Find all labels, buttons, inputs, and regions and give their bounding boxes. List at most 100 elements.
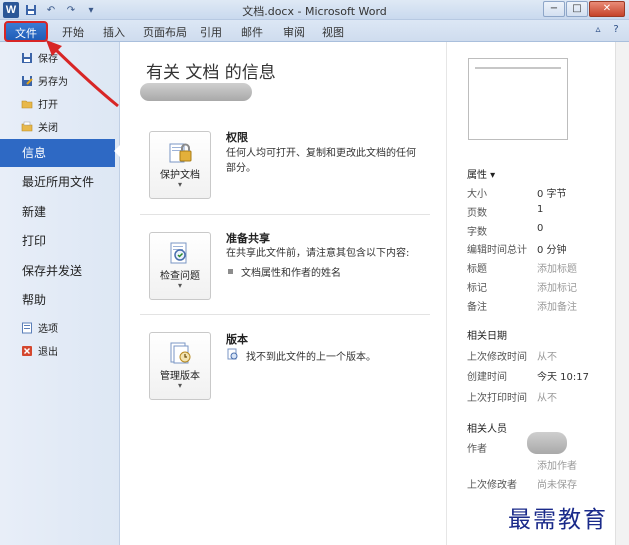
properties-dropdown[interactable]: 属性 ▾	[467, 166, 495, 181]
nav-close-label: 关闭	[38, 123, 58, 134]
tab-page-layout[interactable]: 页面布局	[143, 24, 187, 40]
last-modified-by-label: 上次修改者	[467, 480, 517, 491]
vertical-scrollbar[interactable]	[615, 42, 629, 545]
watermark-text: 最需教育	[508, 507, 608, 533]
nav-open-label: 打开	[38, 100, 58, 111]
manage-versions-button[interactable]: 管理版本 ▾	[149, 332, 211, 400]
nav-info[interactable]: 信息	[0, 139, 115, 167]
prop-size-label: 大小	[467, 189, 487, 200]
tab-mailings[interactable]: 邮件	[241, 24, 263, 40]
date-modified-value: 从不	[537, 352, 557, 363]
tab-review[interactable]: 审阅	[283, 24, 305, 40]
minimize-icon[interactable]: −	[543, 1, 565, 17]
section-divider	[140, 314, 430, 315]
nav-print[interactable]: 打印	[0, 227, 120, 255]
tab-references[interactable]: 引用	[200, 24, 222, 40]
chevron-down-icon: ▾	[177, 281, 182, 290]
window-controls: − □ ✕	[543, 1, 625, 17]
prop-words-value: 0	[537, 223, 544, 234]
prepare-sharing-text: 在共享此文件前，请注意其包含以下内容:	[226, 248, 410, 259]
save-icon	[21, 52, 33, 64]
nav-exit[interactable]: 退出	[21, 343, 58, 358]
prop-tags-label: 标记	[467, 283, 487, 294]
nav-save-as-label: 另存为	[38, 77, 68, 88]
nav-recent[interactable]: 最近所用文件	[0, 168, 120, 196]
minimize-ribbon-icon[interactable]: ▵	[591, 23, 605, 37]
check-issues-label: 检查问题	[160, 271, 200, 282]
permissions-text-2: 部分。	[226, 163, 256, 174]
prop-edit-time-label: 编辑时间总计	[467, 245, 527, 256]
ribbon-right-controls: ▵ ?	[591, 23, 623, 37]
tab-view[interactable]: 视图	[322, 24, 344, 40]
chevron-down-icon: ▾	[177, 381, 182, 390]
prop-tags-input[interactable]: 添加标记	[537, 279, 577, 294]
section-divider	[140, 214, 430, 215]
save-as-icon	[21, 75, 33, 87]
tab-insert[interactable]: 插入	[103, 24, 125, 40]
thumbnail-line	[475, 67, 561, 69]
nav-save-send[interactable]: 保存并发送	[0, 257, 120, 285]
tab-home[interactable]: 开始	[62, 24, 84, 40]
prop-title-input[interactable]: 添加标题	[537, 260, 577, 275]
permissions-text-1: 任何人均可打开、复制和更改此文档的任何	[226, 148, 416, 159]
nav-save-as[interactable]: 另存为	[21, 73, 68, 88]
permissions-heading: 权限	[226, 131, 248, 144]
prop-comments-input[interactable]: 添加备注	[537, 298, 577, 313]
date-modified-label: 上次修改时间	[467, 352, 527, 363]
manage-versions-label: 管理版本	[160, 371, 200, 382]
protect-document-button[interactable]: 保护文档 ▾	[149, 131, 211, 199]
add-author-link[interactable]: 添加作者	[537, 457, 577, 472]
exit-icon	[21, 345, 33, 357]
document-thumbnail[interactable]	[468, 58, 568, 140]
manage-versions-icon	[167, 341, 193, 365]
prop-comments-label: 备注	[467, 302, 487, 313]
nav-help[interactable]: 帮助	[0, 286, 120, 314]
bullet-icon	[228, 269, 233, 274]
nav-close[interactable]: 关闭	[21, 119, 58, 134]
last-modified-by-value: 尚未保存	[537, 480, 577, 491]
prop-title-label: 标题	[467, 264, 487, 275]
title-bar: W ↶ ↷ ▾ 文档.docx - Microsoft Word − □ ✕	[0, 0, 629, 20]
options-icon	[21, 322, 33, 334]
related-dates-heading: 相关日期	[467, 331, 507, 342]
nav-exit-label: 退出	[38, 347, 58, 358]
version-doc-icon	[226, 348, 238, 363]
bullet-item: 文档属性和作者的姓名	[228, 264, 341, 279]
bullet-text: 文档属性和作者的姓名	[241, 268, 341, 279]
restore-icon[interactable]: □	[566, 1, 588, 17]
close-folder-icon	[21, 121, 33, 133]
check-issues-button[interactable]: 检查问题 ▾	[149, 232, 211, 300]
nav-options[interactable]: 选项	[21, 320, 58, 335]
nav-save[interactable]: 保存	[21, 50, 58, 65]
prepare-sharing-heading: 准备共享	[226, 232, 270, 245]
author-label: 作者	[467, 444, 487, 455]
nav-new[interactable]: 新建	[0, 198, 120, 226]
author-avatar-redacted	[527, 432, 567, 454]
versions-text: 找不到此文件的上一个版本。	[246, 352, 376, 363]
date-created-label: 创建时间	[467, 372, 507, 383]
prop-size-value: 0 字节	[537, 189, 567, 200]
chevron-down-icon: ▾	[177, 180, 182, 189]
versions-heading: 版本	[226, 333, 248, 346]
file-path-redacted	[140, 83, 252, 101]
nav-save-label: 保存	[38, 54, 58, 65]
protect-document-label: 保护文档	[160, 170, 200, 181]
close-icon[interactable]: ✕	[589, 1, 625, 17]
versions-row: 找不到此文件的上一个版本。	[226, 348, 376, 363]
window-title: 文档.docx - Microsoft Word	[242, 5, 387, 18]
open-folder-icon	[21, 98, 33, 110]
prop-edit-time-value: 0 分钟	[537, 245, 567, 256]
check-issues-icon	[167, 241, 193, 265]
nav-open[interactable]: 打开	[21, 96, 58, 111]
file-tab[interactable]: 文件	[4, 21, 48, 42]
protect-document-icon	[167, 140, 193, 164]
related-people-heading: 相关人员	[467, 424, 507, 435]
date-printed-value: 从不	[537, 393, 557, 404]
nav-options-label: 选项	[38, 324, 58, 335]
prop-pages-label: 页数	[467, 208, 487, 219]
page-title: 有关 文档 的信息	[146, 63, 276, 83]
prop-words-label: 字数	[467, 227, 487, 238]
date-created-value: 今天 10:17	[537, 372, 589, 383]
prop-pages-value: 1	[537, 204, 544, 215]
help-icon[interactable]: ?	[609, 23, 623, 37]
